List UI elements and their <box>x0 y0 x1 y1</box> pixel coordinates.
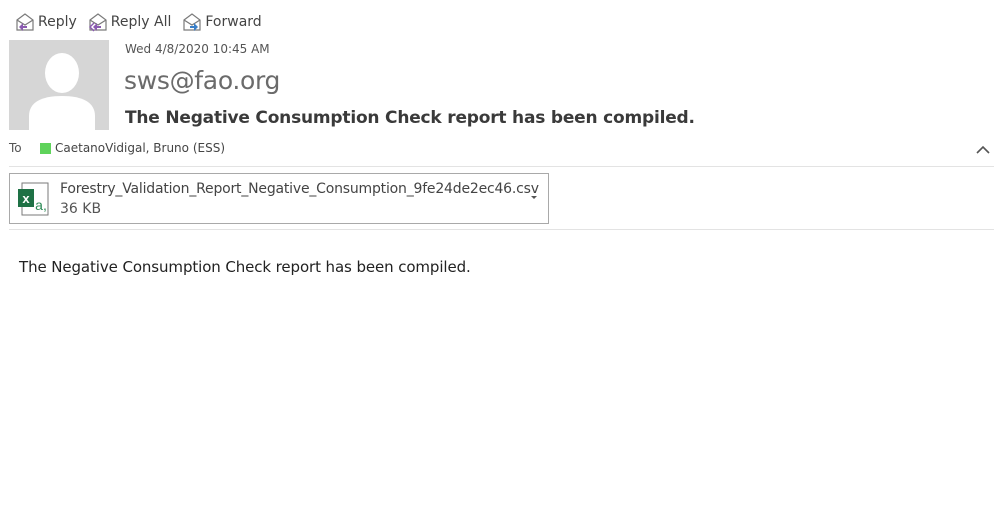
collapse-header-button[interactable] <box>974 141 992 159</box>
reply-all-label: Reply All <box>110 14 172 30</box>
email-reading-pane: Reply Reply All Forward Wed 4/8/2020 10:… <box>0 0 1002 511</box>
forward-label: Forward <box>205 14 262 30</box>
message-body: The Negative Consumption Check report ha… <box>19 258 471 276</box>
excel-csv-icon: x a, <box>18 182 49 216</box>
to-label: To <box>9 141 22 155</box>
presence-indicator-icon <box>40 142 51 154</box>
reply-all-button[interactable]: Reply All <box>85 10 174 34</box>
reply-button[interactable]: Reply <box>12 10 79 34</box>
attachment-size: 36 KB <box>60 201 102 217</box>
recipient-name[interactable]: CaetanoVidigal, Bruno (ESS) <box>55 141 225 155</box>
attachment-divider <box>9 229 994 230</box>
message-toolbar: Reply Reply All Forward <box>12 10 270 34</box>
sender-avatar[interactable] <box>9 40 109 130</box>
reply-all-icon <box>88 13 107 32</box>
chevron-down-icon[interactable] <box>528 191 540 203</box>
attachment-filename: Forestry_Validation_Report_Negative_Cons… <box>60 181 539 197</box>
csv-icon-letter: a, <box>35 197 47 213</box>
sent-date: Wed 4/8/2020 10:45 AM <box>125 42 270 56</box>
sender-address[interactable]: sws@fao.org <box>124 66 280 95</box>
attachment-card[interactable]: x a, Forestry_Validation_Report_Negative… <box>9 173 549 224</box>
person-placeholder-icon <box>9 40 109 130</box>
recipients-row: To CaetanoVidigal, Bruno (ESS) <box>9 139 225 157</box>
reply-icon <box>16 13 34 31</box>
header-divider <box>9 166 994 167</box>
excel-icon-letter: x <box>22 191 30 206</box>
message-subject: The Negative Consumption Check report ha… <box>125 108 695 128</box>
forward-icon <box>183 13 201 31</box>
forward-button[interactable]: Forward <box>179 10 263 34</box>
chevron-up-icon <box>976 145 990 154</box>
reply-label: Reply <box>38 14 77 30</box>
